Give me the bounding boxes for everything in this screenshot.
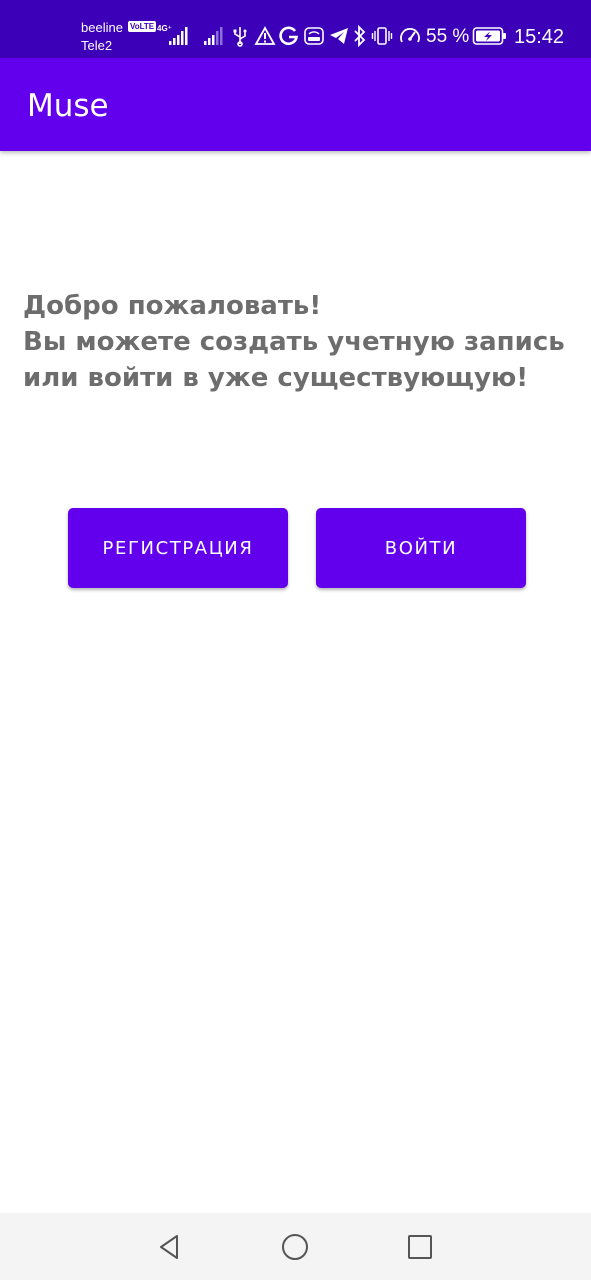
welcome-message: Добро пожаловать! Вы можете создать учет… xyxy=(23,288,573,396)
speedometer-icon xyxy=(400,28,420,43)
google-icon xyxy=(279,26,299,46)
wifi-hotspot-icon xyxy=(304,27,324,45)
bluetooth-icon xyxy=(354,25,366,47)
app-bar: Muse xyxy=(0,58,591,151)
telegram-icon xyxy=(330,28,348,44)
carrier-2-label: Tele2 xyxy=(81,38,113,53)
login-button[interactable]: ВОЙТИ xyxy=(316,508,526,588)
welcome-line-2: Вы можете создать учетную запись xyxy=(23,327,565,357)
screen: beeline Tele2 VoLTE 4G⁺ 55 % 15:42 Muse … xyxy=(0,0,591,1280)
battery-charging-icon xyxy=(472,27,506,45)
welcome-line-1: Добро пожаловать! xyxy=(23,291,322,321)
back-triangle-icon xyxy=(160,1235,178,1259)
recents-square-icon xyxy=(408,1235,432,1259)
warning-icon xyxy=(254,26,276,45)
register-button[interactable]: РЕГИСТРАЦИЯ xyxy=(68,508,288,588)
signal-weak-icon xyxy=(204,27,223,45)
status-bar: beeline Tele2 VoLTE 4G⁺ 55 % 15:42 xyxy=(0,0,591,58)
clock-label: 15:42 xyxy=(514,26,565,48)
carrier-1-label: beeline xyxy=(81,20,123,35)
welcome-line-3: или войти в уже существующую! xyxy=(23,363,529,393)
usb-icon xyxy=(233,27,247,47)
nav-home-button[interactable] xyxy=(275,1227,315,1267)
home-circle-icon xyxy=(282,1234,308,1260)
navigation-bar xyxy=(0,1213,591,1280)
nav-recents-button[interactable] xyxy=(400,1227,440,1267)
signal-icon xyxy=(169,27,188,45)
app-title: Muse xyxy=(27,88,109,124)
volte-badge: VoLTE xyxy=(128,21,157,32)
vibrate-icon xyxy=(371,27,393,45)
battery-percent-label: 55 % xyxy=(426,26,470,47)
nav-back-button[interactable] xyxy=(149,1227,189,1267)
